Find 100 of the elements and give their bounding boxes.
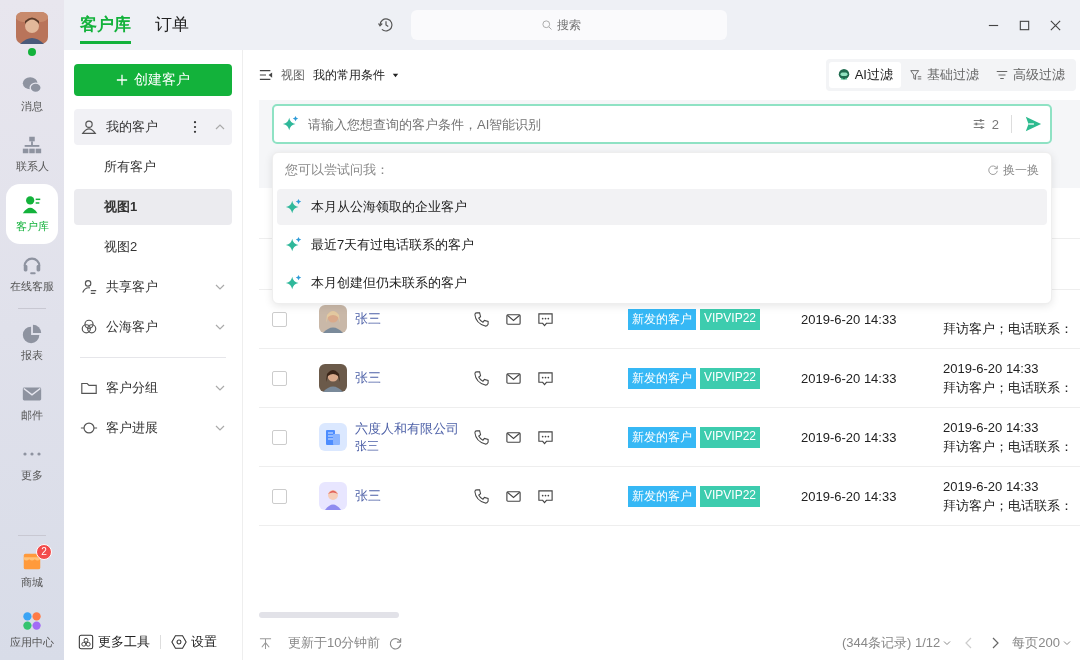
tag: 新发的客户 [628,308,696,330]
plus-icon [116,74,128,86]
nav-group[interactable]: 客户进展 [74,410,232,446]
phone-icon[interactable] [473,310,490,328]
table-cell-text: 2019-6-20 14:33 [943,360,1040,378]
tag: VIPVIP22 [700,426,761,448]
scrollbar[interactable] [259,612,399,618]
sliders-icon[interactable] [971,117,986,131]
table-cell-text: 2019-6-20 14:33 [943,478,1040,496]
condition-count: 2 [991,116,999,132]
maximize-icon[interactable] [1018,18,1031,32]
nav-group[interactable]: 我的客户 [74,109,232,145]
chevron-icon [942,638,953,648]
suggestion-item[interactable]: 最近7天有过电话联系的客户 [277,227,1047,263]
refresh-icon[interactable] [388,635,404,651]
view-label: 视图 [281,66,305,84]
checkbox[interactable] [272,311,287,327]
page-size-dropdown[interactable]: 每页200 [1012,634,1072,652]
tab[interactable]: 订单 [155,6,189,44]
tag: VIPVIP22 [700,367,761,389]
nav-rail-item[interactable]: 联系人 [6,124,58,184]
table-cell-text: 拜访客户；电话联系： [943,438,1073,456]
more-icon [23,452,41,456]
message-icon[interactable] [537,310,554,328]
history-icon[interactable] [377,16,395,34]
customer-icon [21,194,43,216]
user-list-icon [80,278,98,296]
nav-rail-item[interactable]: 邮件 [6,373,58,433]
funnel-icon [909,68,923,82]
view-dropdown[interactable]: 我的常用条件 [313,66,400,84]
tag: 新发的客户 [628,426,696,448]
message-icon[interactable] [537,428,554,446]
tag: 新发的客户 [628,367,696,389]
nav-item[interactable]: 所有客户 [74,149,232,185]
refresh-icon [987,164,999,176]
nav-rail-item[interactable]: 2 商城 [6,540,58,600]
customer-name-link[interactable]: 六度人和有限公司 [355,419,473,438]
filter-lines-icon [995,68,1009,82]
update-status: 更新于10分钟前 [288,634,381,652]
checkbox[interactable] [272,488,287,504]
customer-name-link[interactable]: 张三 [355,310,473,328]
message-icon[interactable] [537,369,554,387]
robot-icon [836,68,851,82]
tag: 新发的客户 [628,485,696,507]
record-count-dropdown[interactable]: (344条记录) 1/12 [842,634,953,652]
suggestion-item[interactable]: 本月从公海领取的企业客户 [277,189,1047,225]
settings-icon [171,634,187,650]
search-icon [541,19,553,31]
nav-rail-item[interactable]: 报表 [6,313,58,373]
table-cell-text: 2019-6-20 14:33 [801,488,898,504]
table-cell-text: 2019-6-20 14:33 [801,429,898,445]
footer-link[interactable]: 设置 [171,633,217,651]
refresh-link[interactable]: 换一换 [987,161,1039,179]
filter-tab[interactable]: 基础过滤 [901,62,987,88]
search-field[interactable]: 搜索 [411,10,727,40]
customer-name-link[interactable]: 张三 [355,487,473,505]
more-options-icon[interactable] [192,119,198,135]
tag: VIPVIP22 [700,485,761,507]
suggestion-title: 您可以尝试问我： [285,161,389,179]
nav-item[interactable]: 视图1 [74,189,232,225]
nav-group[interactable]: 共享客户 [74,269,232,305]
phone-icon[interactable] [473,428,490,446]
user-icon [80,118,98,136]
apps-icon [21,610,43,632]
collapse-sidebar-icon[interactable] [259,68,273,82]
table-cell-text: 2019-6-20 14:33 [943,419,1040,437]
tag: VIPVIP22 [700,308,761,330]
close-icon[interactable] [1049,18,1062,32]
building-icon [319,423,347,451]
avatar-icon [319,482,347,510]
table-cell-text: 拜访客户；电话联系： [943,497,1073,515]
filter-tab[interactable]: 高级过滤 [987,62,1073,88]
nav-item[interactable]: 视图2 [74,229,232,265]
back-to-top-icon[interactable] [259,636,272,650]
table-cell-text: 拜访客户；电话联系： [943,379,1073,397]
suggestion-item[interactable]: 本月创建但仍未联系的客户 [277,265,1047,301]
nav-rail-item[interactable]: 在线客服 [6,244,58,304]
next-page-icon[interactable] [990,636,1001,650]
checkbox[interactable] [272,370,287,386]
table-cell-text: 2019-6-20 14:33 [801,311,898,327]
phone-icon[interactable] [473,487,490,505]
nav-rail-item[interactable]: 应用中心 [6,600,58,660]
filter-tab[interactable]: AI过滤 [828,62,901,88]
nav-group[interactable]: 客户分组 [74,370,232,406]
contact-name: 张三 [355,437,380,455]
message-icon[interactable] [537,487,554,505]
table-cell-text: 2019-6-20 14:33 [801,370,898,386]
circles-icon [80,318,98,336]
checkbox[interactable] [272,429,287,445]
phone-icon[interactable] [473,369,490,387]
notification-badge: 2 [36,544,52,560]
nav-rail-item[interactable]: 消息 [6,64,58,124]
online-status-dot [28,48,36,56]
customer-name-link[interactable]: 张三 [355,369,473,387]
pie-chart-icon [21,323,43,345]
footer-link[interactable]: 更多工具 [78,633,150,651]
nav-group[interactable]: 公海客户 [74,309,232,345]
toolbox-icon [78,634,94,650]
table-cell-text: 拜访客户；电话联系： [943,320,1073,338]
nav-rail-item[interactable]: 更多 [6,433,58,493]
